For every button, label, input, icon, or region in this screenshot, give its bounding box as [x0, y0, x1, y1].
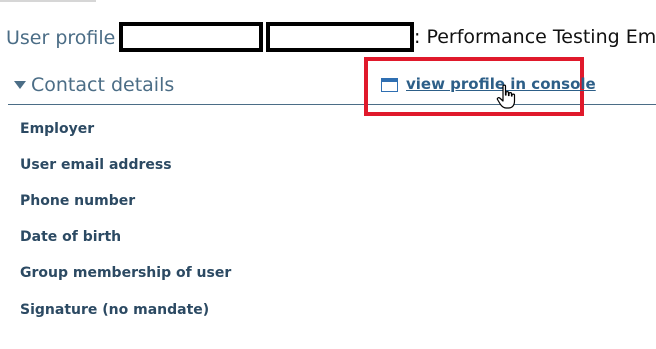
window-icon[interactable]: [381, 78, 398, 92]
field-label-group-membership: Group membership of user: [20, 265, 232, 281]
field-label-birth-date: Date of birth: [20, 229, 122, 245]
field-label-email: User email address: [20, 157, 172, 173]
section-title[interactable]: Contact details: [31, 74, 174, 96]
redacted-name-box: [266, 22, 414, 52]
top-divider: [0, 0, 96, 2]
page-title: User profile: [6, 27, 116, 49]
hand-cursor-icon: [496, 84, 516, 109]
page-title-suffix: : Performance Testing Emp: [414, 26, 656, 48]
field-label-signature: Signature (no mandate): [20, 302, 210, 318]
field-label-phone: Phone number: [20, 193, 136, 209]
field-label-employer: Employer: [20, 121, 95, 137]
triangle-down-icon[interactable]: [14, 81, 26, 89]
redacted-name-box: [119, 22, 263, 52]
page-header: User profile : Performance Testing Emp: [6, 22, 656, 56]
